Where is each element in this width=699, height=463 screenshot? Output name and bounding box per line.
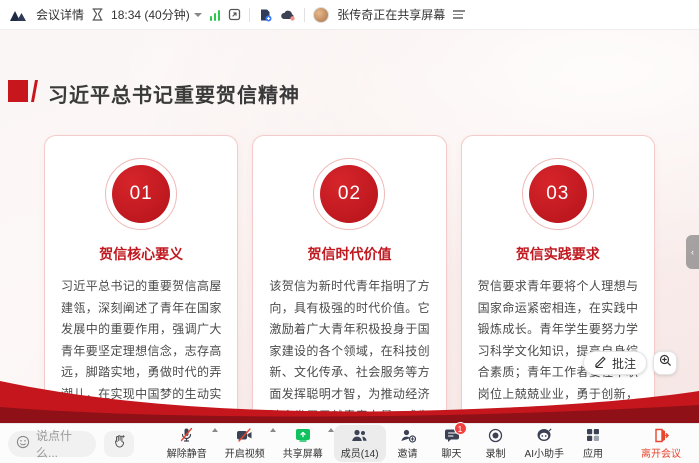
slide-title-row: 习近平总书记重要贺信精神	[0, 30, 699, 109]
tool-label: 录制	[486, 445, 506, 460]
leave-meeting-label: 离开会议	[641, 445, 681, 460]
tencent-meeting-logo-icon	[10, 9, 28, 21]
members-button[interactable]: 成员(14)	[334, 425, 386, 462]
chat-placeholder-text: 说点什么...	[36, 427, 84, 461]
tool-label: 应用	[583, 445, 603, 460]
leave-meeting-button[interactable]: 离开会议	[641, 427, 681, 460]
divider	[249, 8, 250, 22]
shared-screen-stage: 习近平总书记重要贺信精神 01 贺信核心要义 习近平总书记的重要贺信高屋建瓴，深…	[0, 30, 699, 423]
chevron-down-icon	[194, 13, 202, 17]
pen-icon	[594, 355, 607, 371]
zoom-in-button[interactable]	[653, 351, 677, 375]
camera-off-icon	[236, 427, 253, 443]
slide-title: 习近平总书记重要贺信精神	[48, 79, 300, 108]
tool-label: 聊天	[442, 445, 462, 460]
collapse-panel-tab[interactable]: ‹	[686, 235, 699, 269]
card-number-badge: 02	[320, 165, 378, 223]
hourglass-icon	[92, 8, 103, 21]
start-video-button[interactable]: 开启视频	[218, 425, 272, 462]
raise-hand-button[interactable]	[104, 431, 134, 457]
unmute-button[interactable]: 解除静音	[160, 425, 214, 462]
share-screen-button[interactable]: 共享屏幕	[276, 425, 330, 462]
card-title: 贺信实践要求	[478, 244, 638, 264]
smiley-icon	[16, 435, 30, 452]
number-ring: 01	[105, 158, 177, 230]
divider	[304, 8, 305, 22]
sharing-detail-icon[interactable]	[453, 10, 465, 19]
chat-button[interactable]: 1 聊天	[430, 425, 474, 462]
chat-unread-badge: 1	[454, 422, 467, 435]
card-title: 贺信时代价值	[269, 244, 429, 264]
ai-assistant-icon	[536, 427, 552, 443]
record-icon	[488, 427, 503, 443]
chat-bubble-icon: 1	[444, 427, 460, 443]
meeting-details-link[interactable]: 会议详情	[36, 6, 84, 23]
card-number-badge: 01	[112, 165, 170, 223]
meeting-topbar: 会议详情 18:34 (40分钟) 张传奇正在共享屏幕	[0, 0, 699, 30]
annotate-button[interactable]: 批注	[583, 351, 647, 375]
meeting-toolbar: 说点什么... 解除静音 开启视频 共享屏幕 成员(14)	[0, 423, 699, 463]
chevron-left-icon: ‹	[691, 247, 694, 257]
microphone-muted-icon	[179, 427, 194, 443]
popout-window-icon[interactable]	[228, 8, 241, 21]
tool-label: 邀请	[398, 445, 418, 460]
quick-chat-input[interactable]: 说点什么...	[8, 431, 96, 457]
tool-label: 共享屏幕	[283, 445, 323, 460]
number-ring: 03	[522, 158, 594, 230]
network-signal-icon[interactable]	[210, 9, 221, 21]
annotation-toolbar: 批注	[583, 351, 677, 375]
tool-label: 解除静音	[167, 445, 207, 460]
members-icon	[351, 427, 368, 443]
number-ring: 02	[313, 158, 385, 230]
ai-assistant-button[interactable]: AI小助手	[518, 425, 571, 462]
title-accent-mark	[8, 78, 38, 109]
apps-grid-icon	[586, 427, 600, 443]
tool-label: 开启视频	[225, 445, 265, 460]
leave-meeting-icon	[654, 427, 669, 443]
share-screen-icon	[295, 427, 311, 443]
card-title: 贺信核心要义	[61, 244, 221, 264]
annotate-label: 批注	[612, 355, 636, 372]
record-button[interactable]: 录制	[474, 425, 518, 462]
sharing-status-text: 张传奇正在共享屏幕	[337, 6, 445, 23]
add-document-icon[interactable]	[258, 8, 272, 22]
sharer-avatar	[313, 7, 329, 23]
cloud-record-icon[interactable]	[280, 9, 296, 21]
meeting-time-text: 18:34 (40分钟)	[111, 6, 190, 23]
apps-button[interactable]: 应用	[571, 425, 615, 462]
invite-person-icon	[400, 427, 416, 443]
slide-footer-wave	[0, 377, 699, 423]
tool-label: 成员(14)	[341, 445, 379, 460]
raise-hand-icon	[112, 434, 127, 454]
meeting-timer[interactable]: 18:34 (40分钟)	[111, 6, 202, 23]
invite-button[interactable]: 邀请	[386, 425, 430, 462]
magnifier-plus-icon	[659, 354, 672, 372]
card-number-badge: 03	[529, 165, 587, 223]
tool-label: AI小助手	[525, 445, 564, 460]
